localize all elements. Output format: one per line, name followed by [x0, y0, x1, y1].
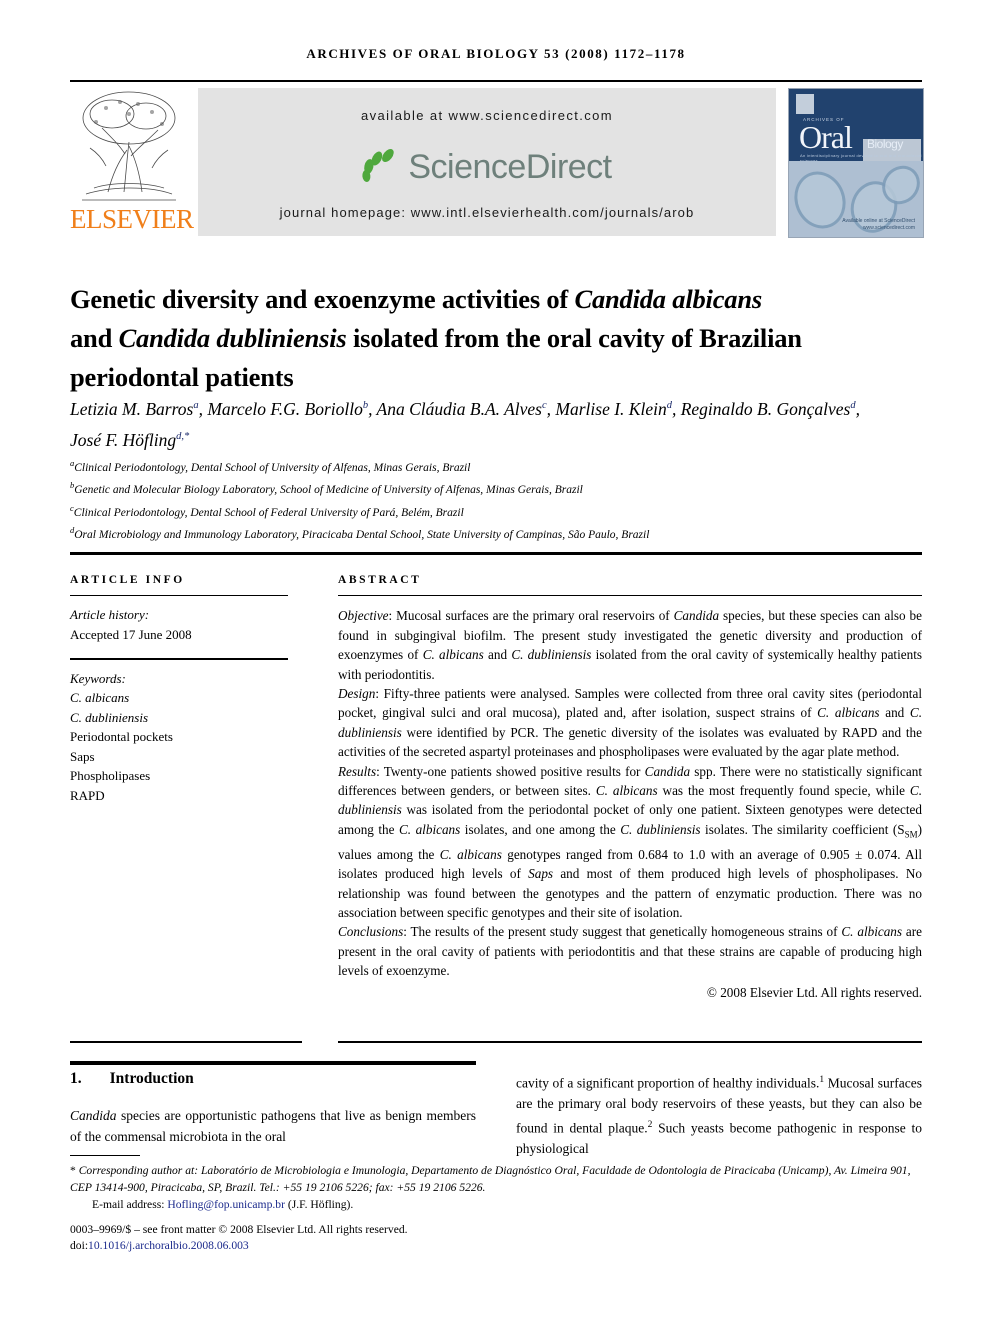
page-footer: * Corresponding author at: Laboratório d…	[70, 1163, 930, 1255]
email-link[interactable]: Hofling@fop.unicamp.br	[167, 1198, 285, 1211]
elsevier-tree-icon	[72, 88, 186, 206]
email-owner: (J.F. Höfling).	[287, 1198, 354, 1211]
keyword-item: Saps	[70, 748, 95, 764]
affiliation-item: dOral Microbiology and Immunology Labora…	[70, 524, 650, 541]
abstract-paragraph: Results: Twenty-one patients showed posi…	[338, 763, 923, 921]
body-rule-left	[70, 1041, 302, 1043]
article-info-heading: ARTICLE INFO	[70, 574, 185, 586]
header-rule	[70, 80, 922, 82]
introduction-top-rule	[70, 1061, 476, 1065]
keywords-list: C. albicans C. dubliniensis Periodontal po…	[70, 688, 302, 805]
sciencedirect-banner: available at www.sciencedirect.com Scien…	[198, 88, 776, 236]
article-info-column: ARTICLE INFO Article history: Accepted 1…	[70, 574, 302, 805]
issn-line: 0003–9969/$ – see front matter © 2008 El…	[70, 1222, 408, 1236]
body-rule-right	[338, 1041, 922, 1043]
email-label: E-mail address:	[92, 1198, 165, 1211]
sciencedirect-wordmark: ScienceDirect	[408, 147, 612, 186]
cover-micrograph: Available online at ScienceDirect www.sc…	[789, 158, 923, 237]
cover-elsevier-icon	[796, 94, 814, 114]
abstract-copyright: © 2008 Elsevier Ltd. All rights reserved…	[706, 984, 922, 1000]
affiliation-item: aClinical Periodontology, Dental School …	[70, 458, 471, 474]
introduction-number: 1.	[70, 1070, 82, 1087]
sciencedirect-logo: ScienceDirect	[198, 144, 776, 190]
affiliation-item: bGenetic and Molecular Biology Laborator…	[70, 480, 583, 497]
cover-sciencedirect-note: Available online at ScienceDirect www.sc…	[842, 218, 915, 231]
elsevier-logo: ELSEVIER	[70, 86, 194, 238]
introduction-paragraph-right: cavity of a significant proportion of he…	[516, 1075, 923, 1156]
cover-title-oral: Oral	[799, 119, 853, 155]
journal-homepage-text: journal homepage: www.intl.elsevierhealt…	[279, 205, 695, 220]
article-history-value: Accepted 17 June 2008	[70, 626, 192, 642]
article-history-label: Article history:	[70, 607, 150, 623]
keywords-label: Keywords:	[70, 670, 126, 686]
keyword-item: Phospholipases	[70, 768, 151, 784]
journal-cover-thumbnail: ARCHIVES OF Oral Biology An interdiscipl…	[788, 88, 924, 238]
affiliation-list: aClinical Periodontology, Dental School …	[70, 455, 930, 544]
keyword-item: C. dubliniensis	[70, 709, 149, 725]
article-history: Article history: Accepted 17 June 2008	[70, 605, 302, 644]
corresponding-author-note: * Corresponding author at: Laboratório d…	[70, 1163, 930, 1196]
asterisk-icon: *	[70, 1164, 76, 1177]
affiliation-item: cClinical Periodontology, Dental School …	[70, 502, 464, 519]
footnote-rule	[70, 1155, 140, 1157]
article-info-rule-2	[70, 658, 288, 660]
article-info-rule-1	[70, 595, 288, 597]
abstract-top-rule	[70, 552, 922, 555]
author-list: Letizia M. Barrosa, Marcelo F.G. Borioll…	[70, 398, 860, 450]
available-at-text: available at www.sciencedirect.com	[360, 108, 614, 123]
masthead: ELSEVIER available at www.sciencedirect.…	[70, 86, 924, 238]
introduction-label: Introduction	[109, 1070, 194, 1087]
abstract-paragraph: Objective: Mucosal surfaces are the prim…	[338, 608, 923, 682]
doi-line: doi:10.1016/j.archoralbio.2008.06.003	[70, 1238, 930, 1255]
keyword-item: Periodontal pockets	[70, 729, 173, 745]
doi-label: doi:	[70, 1239, 89, 1252]
abstract-paragraph: Design: Fifty-three patients were analys…	[338, 685, 923, 760]
body-column-left: 1. Introduction Candida species are oppo…	[70, 1070, 476, 1147]
body-column-right: cavity of a significant proportion of he…	[516, 1070, 922, 1159]
sciencedirect-leaf-icon	[361, 146, 402, 187]
doi-link[interactable]: 10.1016/j.archoralbio.2008.06.003	[88, 1239, 249, 1252]
keyword-item: C. albicans	[70, 690, 130, 706]
abstract-heading: ABSTRACT	[338, 574, 422, 586]
abstract-paragraph: Conclusions: The results of the present …	[338, 924, 923, 979]
keyword-item: RAPD	[70, 787, 105, 803]
corresponding-author-text: Corresponding author at: Laboratório de …	[70, 1164, 911, 1194]
abstract-body: Objective: Mucosal surfaces are the prim…	[338, 606, 922, 980]
running-head: ARCHIVES OF ORAL BIOLOGY 53 (2008) 1172–…	[306, 46, 686, 61]
cover-title-biology: Biology	[867, 137, 903, 151]
introduction-heading: 1. Introduction	[70, 1070, 476, 1088]
abstract-column: ABSTRACT Objective: Mucosal surfaces are…	[338, 574, 922, 1001]
email-line: E-mail address: Hofling@fop.unicamp.br (…	[70, 1197, 930, 1214]
elsevier-wordmark: ELSEVIER	[70, 204, 194, 234]
page-title: Genetic diversity and exoenzyme activiti…	[70, 283, 802, 392]
abstract-rule	[338, 595, 922, 597]
keywords-block: Keywords: C. albicans C. dubliniensis Peri…	[70, 669, 302, 806]
journal-article-page: ARCHIVES OF ORAL BIOLOGY 53 (2008) 1172–…	[0, 0, 992, 1323]
introduction-paragraph-left: Candida species are opportunistic pathog…	[70, 1108, 476, 1144]
